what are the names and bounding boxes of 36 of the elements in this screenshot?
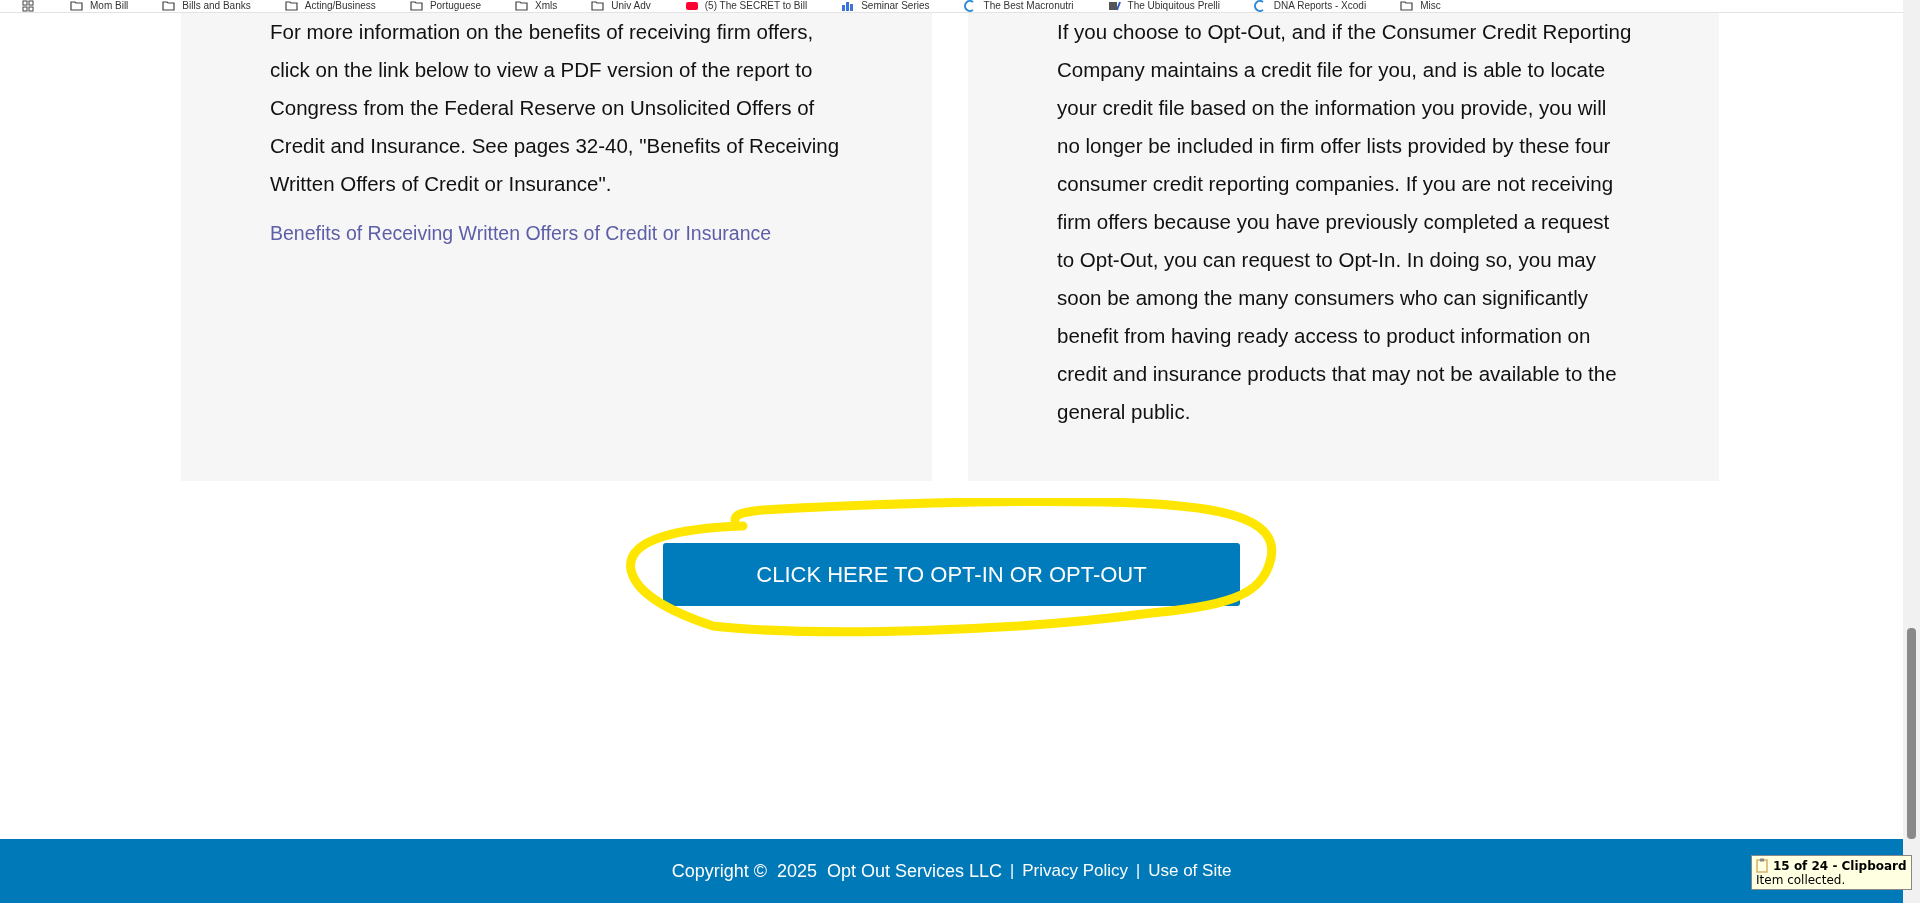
video-icon bbox=[684, 0, 699, 12]
separator: | bbox=[1136, 862, 1141, 880]
folder-icon bbox=[515, 0, 530, 12]
bookmark[interactable]: Bills and Banks bbox=[162, 0, 251, 12]
notification-message: Item collected. bbox=[1756, 873, 1847, 887]
pen-icon bbox=[1107, 0, 1122, 12]
bookmark[interactable]: DNA Reports - Xcodi bbox=[1253, 0, 1367, 12]
bookmark[interactable]: Xmls bbox=[515, 0, 558, 12]
copyright-text: Copyright © 2025 Opt Out Services LLC bbox=[671, 860, 1003, 882]
folder-icon bbox=[70, 0, 84, 12]
bookmark[interactable]: Mom Bill bbox=[70, 0, 129, 12]
bar-chart-icon bbox=[841, 0, 856, 12]
footer-link[interactable]: Use of Site bbox=[1148, 861, 1232, 881]
apps-icon bbox=[22, 0, 36, 12]
bookmark[interactable]: Misc bbox=[1400, 0, 1441, 12]
notification-title: 15 of 24 - Clipboard bbox=[1773, 858, 1907, 873]
bookmark[interactable]: (5) The SECRET to Bill bbox=[684, 0, 808, 12]
opt-button[interactable]: CLICK HERE TO OPT-IN OR OPT-OUT bbox=[663, 543, 1240, 606]
folder-icon bbox=[591, 0, 606, 12]
separator: | bbox=[1010, 862, 1015, 880]
folder-icon bbox=[162, 0, 177, 12]
footer-link[interactable]: Privacy Policy bbox=[1022, 861, 1129, 881]
paragraph: If you choose to Opt-Out, and if the Consumer Credit Reporting Company maintains a credit file for you, and is able to locate your credit file based on the information you provide, you will no longer be included in firm offer lists provided by these four consumer credit reporting companies. If you are not receiving firm offers because you have previously completed a request to Opt-Out, you can request to Opt-In. In doing so, you may soon be among the many consumers who can significantly benefit from having ready access to product information on credit and insurance products that may not be available to the general public. bbox=[1057, 19, 1632, 425]
bookmark[interactable]: The Best Macronutri bbox=[963, 0, 1074, 12]
folder-icon bbox=[284, 0, 299, 12]
bookmark[interactable]: Portuguese bbox=[409, 0, 482, 12]
bookmark[interactable]: Seminar Series bbox=[841, 0, 930, 12]
folder-icon bbox=[1400, 0, 1415, 12]
bookmark[interactable]: Acting/Business bbox=[284, 0, 376, 12]
folder-icon bbox=[409, 0, 424, 12]
clipboard-icon bbox=[1756, 858, 1768, 873]
bookmark[interactable]: The Ubiquitous Prelli bbox=[1107, 0, 1220, 12]
paragraph: For more information on the benefits of receiving firm offers, click on the link below to view a PDF version of the report to Congress from the Federal Reserve on Unsolicited Offers of Credit and Insurance. See pages 32-40, "Benefits of Receiving Written Offers of Credit or Insurance". bbox=[270, 19, 841, 197]
scrollbar-thumb[interactable] bbox=[1907, 628, 1916, 839]
bookmark[interactable]: Univ Adv bbox=[591, 0, 651, 12]
report-link[interactable]: Benefits of Receiving Written Offers of Credit or Insurance bbox=[270, 214, 845, 252]
